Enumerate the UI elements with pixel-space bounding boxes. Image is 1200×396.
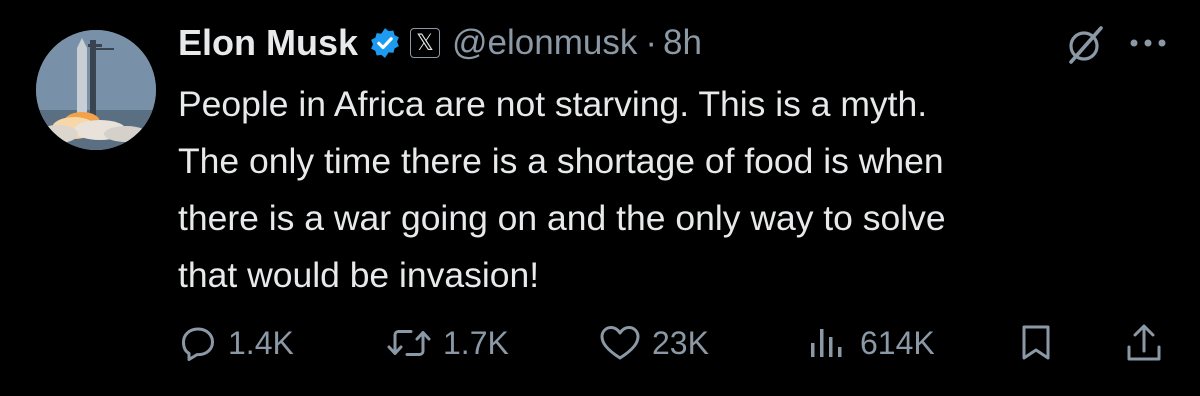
tweet-text-line: there is a war going on and the only way… xyxy=(178,198,946,238)
views-count: 614K xyxy=(860,324,935,361)
more-icon[interactable] xyxy=(1128,36,1168,50)
author-name[interactable]: Elon Musk xyxy=(178,22,358,64)
author-handle[interactable]: @elonmusk xyxy=(452,23,637,63)
tweet-text-line: People in Africa are not starving. This … xyxy=(178,84,928,124)
x-affiliation-badge[interactable]: 𝕏 xyxy=(410,28,441,58)
tweet: Elon Musk 𝕏 @elonmusk · 8h People in Afr… xyxy=(0,0,1200,396)
grok-icon[interactable] xyxy=(1063,22,1107,66)
tweet-text: People in Africa are not starving. This … xyxy=(178,76,1168,304)
tweet-text-line: The only time there is a shortage of foo… xyxy=(178,141,944,181)
bookmark-icon xyxy=(1016,323,1056,363)
separator-dot: · xyxy=(645,23,658,62)
tweet-header: Elon Musk 𝕏 @elonmusk · 8h xyxy=(178,18,1168,68)
bookmark-button[interactable] xyxy=(1016,318,1056,368)
tweet-content: Elon Musk 𝕏 @elonmusk · 8h People in Afr… xyxy=(178,18,1168,304)
reply-count: 1.4K xyxy=(228,324,294,361)
tweet-timestamp[interactable]: 8h xyxy=(663,23,702,63)
repost-count: 1.7K xyxy=(443,324,509,361)
views-button[interactable]: 614K xyxy=(806,318,935,368)
like-count: 23K xyxy=(652,324,709,361)
views-icon xyxy=(806,323,850,363)
avatar[interactable] xyxy=(36,30,156,150)
share-icon xyxy=(1122,321,1166,365)
avatar-image xyxy=(36,30,156,150)
heart-icon xyxy=(598,323,642,363)
like-button[interactable]: 23K xyxy=(598,318,709,368)
reply-icon xyxy=(178,323,218,363)
share-button[interactable] xyxy=(1122,318,1166,368)
repost-icon xyxy=(385,323,433,363)
repost-button[interactable]: 1.7K xyxy=(385,318,509,368)
tweet-actions: 1.4K 1.7K 23K 614K xyxy=(0,318,1200,368)
tweet-text-line: that would be invasion! xyxy=(178,255,540,295)
verified-badge-icon xyxy=(368,26,402,60)
reply-button[interactable]: 1.4K xyxy=(178,318,294,368)
